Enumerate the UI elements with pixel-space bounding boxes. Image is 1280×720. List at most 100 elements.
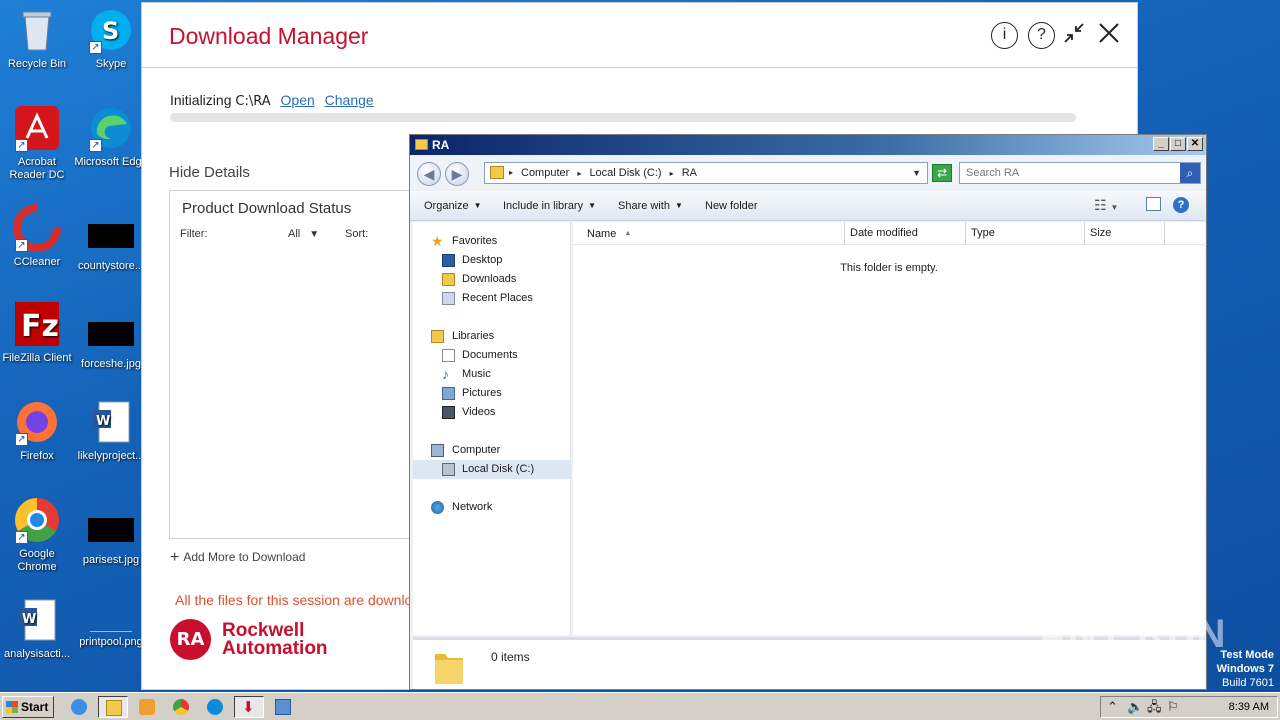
nav-recent-places[interactable]: Recent Places — [413, 289, 570, 308]
show-hidden-icons[interactable]: ⌃ — [1107, 700, 1118, 714]
recycle-bin-icon — [13, 6, 61, 54]
collapse-icon[interactable] — [1062, 21, 1086, 50]
nav-desktop[interactable]: Desktop — [413, 251, 570, 270]
back-button[interactable]: ◀ — [417, 162, 441, 186]
breadcrumb-local-disk[interactable]: Local Disk (C:) — [589, 167, 661, 179]
firefox-icon: ↗ — [13, 398, 61, 446]
address-bar[interactable]: ▸ Computer ▸ Local Disk (C:) ▸ RA ▼ — [484, 162, 928, 184]
help-icon[interactable]: ? — [1028, 22, 1055, 49]
action-center-flag-icon[interactable]: ⚐ — [1167, 700, 1179, 714]
desktop-icon-edge[interactable]: ↗ Microsoft Edge — [74, 104, 148, 169]
desktop-icon-ccleaner[interactable]: ↗ CCleaner — [0, 204, 74, 269]
desktop-icon-analysisacti[interactable]: W analysisacti... — [0, 596, 74, 661]
chevron-right-icon: ▸ — [669, 169, 674, 178]
nav-label: Computer — [452, 444, 501, 456]
nav-videos[interactable]: Videos — [413, 403, 570, 422]
chevron-right-icon: ▸ — [509, 168, 514, 177]
file-thumbnail — [88, 322, 134, 346]
desktop-icon-forceshe[interactable]: forceshe.jpg — [74, 310, 148, 371]
title-bar[interactable]: RA _ □ ✕ — [410, 135, 1206, 155]
minimize-button[interactable]: _ — [1153, 137, 1169, 151]
desktop-icon-parisest[interactable]: parisest.jpg — [74, 506, 148, 567]
help-icon[interactable]: ? — [1173, 197, 1189, 213]
nav-documents[interactable]: Documents — [413, 346, 570, 365]
watermark: ANY RUN — [1038, 612, 1227, 656]
include-in-library-menu[interactable]: Include in library ▼ — [503, 200, 596, 212]
shortcut-arrow-icon: ↗ — [15, 531, 28, 544]
breadcrumb-ra[interactable]: RA — [682, 167, 697, 179]
search-box[interactable]: ⌕ — [959, 162, 1201, 184]
open-link[interactable]: Open — [281, 92, 315, 108]
column-header-date-modified[interactable]: Date modified — [845, 222, 966, 245]
taskbar-media-player[interactable] — [132, 696, 162, 718]
desktop-icon-likelyproject[interactable]: W likelyproject... — [74, 398, 148, 463]
nav-music[interactable]: ♪ Music — [413, 365, 570, 384]
folder-icon — [106, 700, 122, 716]
progress-bar — [170, 113, 1076, 122]
nav-label: Videos — [462, 406, 496, 418]
nav-favorites[interactable]: ★ Favorites — [413, 232, 570, 251]
column-header-size[interactable]: Size — [1085, 222, 1165, 245]
search-icon[interactable]: ⌕ — [1180, 163, 1200, 183]
desktop-icon-acrobat[interactable]: ↗ Acrobat Reader DC — [0, 104, 74, 182]
taskbar-download-manager[interactable]: ⬇ — [234, 696, 264, 718]
preview-pane-icon[interactable] — [1146, 197, 1161, 211]
window-title: Download Manager — [169, 23, 369, 49]
file-list[interactable]: Name ▲ Date modified Type Size This fold… — [573, 222, 1205, 635]
maximize-button[interactable]: □ — [1170, 137, 1186, 151]
desktop-icon-chrome[interactable]: ↗ Google Chrome — [0, 496, 74, 574]
view-options-icon[interactable]: ☷ ▼ — [1094, 197, 1118, 214]
taskbar-ie[interactable] — [64, 696, 94, 718]
close-icon[interactable] — [1097, 21, 1121, 50]
desktop-icon-firefox[interactable]: ↗ Firefox — [0, 398, 74, 463]
search-input[interactable] — [960, 163, 1180, 183]
organize-menu[interactable]: Organize ▼ — [424, 200, 482, 212]
pictures-icon — [442, 387, 455, 400]
refresh-icon[interactable]: ⇄ — [932, 164, 952, 182]
start-button[interactable]: Start — [2, 696, 54, 718]
taskbar-explorer[interactable] — [98, 696, 128, 718]
hide-details-toggle[interactable]: Hide Details — [169, 164, 250, 181]
chevron-down-icon[interactable]: ▼ — [912, 163, 921, 183]
taskbar-chrome[interactable] — [166, 696, 196, 718]
svg-text:W: W — [22, 612, 36, 627]
info-icon[interactable]: i — [991, 22, 1018, 49]
share-with-menu[interactable]: Share with ▼ — [618, 200, 683, 212]
clock[interactable]: 8:39 AM — [1229, 701, 1269, 713]
add-more-button[interactable]: + Add More to Download — [170, 549, 305, 567]
network-icon[interactable]: 🖧 — [1147, 700, 1162, 714]
nav-label: Favorites — [452, 235, 498, 247]
file-thumbnail — [88, 518, 134, 542]
desktop-icon-recycle-bin[interactable]: Recycle Bin — [0, 6, 74, 71]
nav-pictures[interactable]: Pictures — [413, 384, 570, 403]
nav-downloads[interactable]: Downloads — [413, 270, 570, 289]
desktop-icon-printpool[interactable]: printpool.png — [74, 620, 148, 649]
change-link[interactable]: Change — [325, 92, 374, 108]
taskbar-edge[interactable] — [200, 696, 230, 718]
close-button[interactable]: ✕ — [1187, 137, 1203, 151]
column-header-name[interactable]: Name ▲ — [573, 222, 845, 245]
filter-dropdown[interactable]: All ▼ — [288, 228, 319, 240]
desktop-icon-skype[interactable]: S ↗ Skype — [74, 6, 148, 71]
file-thumbnail — [88, 224, 134, 248]
forward-button[interactable]: ▶ — [445, 162, 469, 186]
desktop-icon-filezilla[interactable]: Fz FileZilla Client — [0, 300, 74, 365]
taskbar-app[interactable] — [268, 696, 298, 718]
nav-computer[interactable]: Computer — [413, 441, 570, 460]
volume-icon[interactable]: 🔈 — [1127, 700, 1143, 714]
share-label: Share with — [618, 200, 670, 212]
folder-icon — [490, 166, 504, 179]
desktop-icon-countystore[interactable]: countystore... — [74, 212, 148, 273]
column-header-type[interactable]: Type — [966, 222, 1085, 245]
start-label: Start — [21, 700, 49, 714]
chevron-right-icon: ▸ — [577, 169, 582, 178]
shortcut-arrow-icon: ↗ — [15, 139, 28, 152]
nav-network[interactable]: Network — [413, 498, 570, 517]
nav-libraries[interactable]: Libraries — [413, 327, 570, 346]
new-folder-button[interactable]: New folder — [705, 200, 758, 212]
test-mode-line1: Test Mode — [1220, 649, 1274, 661]
nav-local-disk[interactable]: Local Disk (C:) — [413, 460, 570, 479]
add-more-label: Add More to Download — [183, 550, 306, 564]
shortcut-arrow-icon: ↗ — [15, 433, 28, 446]
breadcrumb-computer[interactable]: Computer — [521, 167, 569, 179]
